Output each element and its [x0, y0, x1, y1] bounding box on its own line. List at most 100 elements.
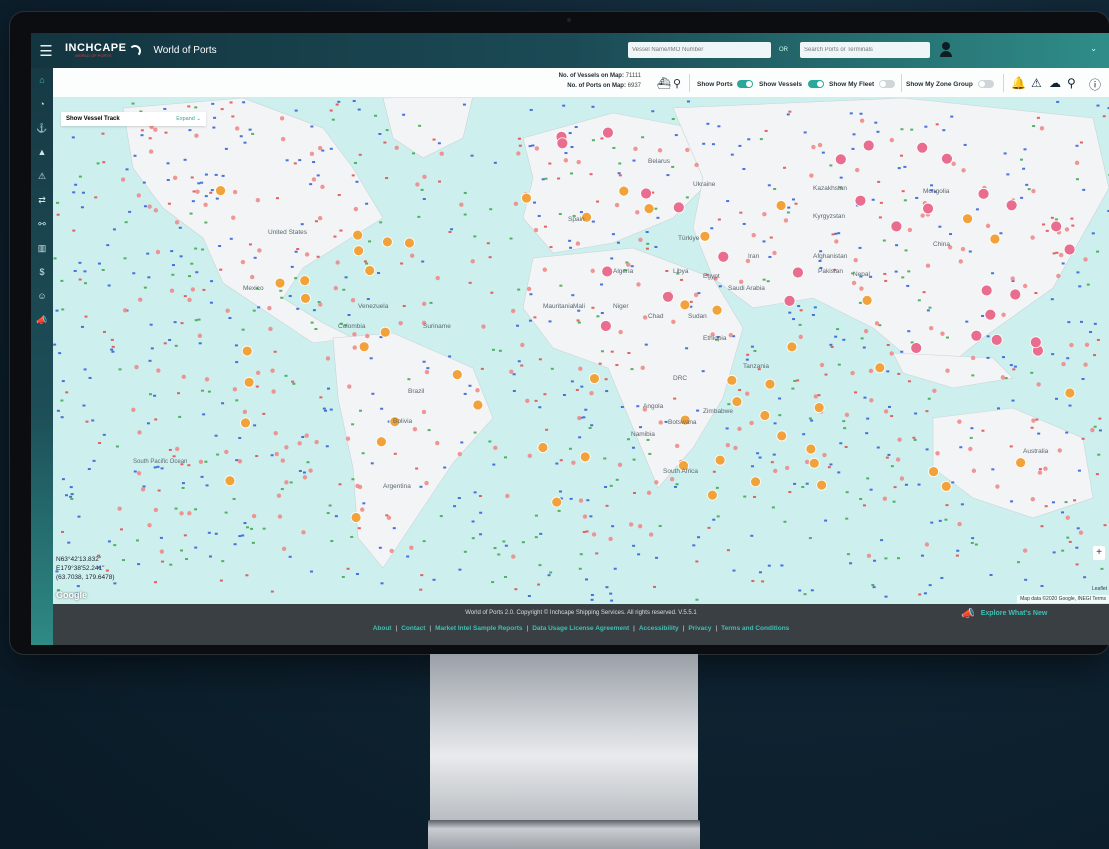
port-marker: [317, 216, 323, 221]
vessel-marker: [61, 478, 65, 481]
vessel-marker: [78, 278, 82, 281]
vessel-marker: [610, 257, 614, 260]
footer-link-market-intel-sample-reports[interactable]: Market Intel Sample Reports: [435, 625, 522, 632]
show-my-fleet-toggle[interactable]: [879, 80, 895, 88]
footer-link-about[interactable]: About: [373, 625, 392, 632]
info-icon[interactable]: ⓘ: [1089, 76, 1101, 93]
map-pin-icon[interactable]: ⚲: [673, 77, 681, 90]
footer-link-data-usage-license-agreement[interactable]: Data Usage License Agreement: [532, 625, 629, 632]
vessel-marker: [189, 212, 193, 215]
show-zone-group-toggle[interactable]: [978, 80, 994, 88]
vessel-marker: [355, 180, 359, 183]
leaflet-attribution[interactable]: Leaflet: [1092, 586, 1107, 592]
route-icon[interactable]: ⚯: [31, 212, 53, 236]
vessel-marker: [686, 100, 690, 103]
vessel-marker: [1073, 499, 1077, 502]
anchor-icon[interactable]: ⚓: [31, 116, 53, 140]
vessel-marker: [944, 518, 948, 521]
vessel-marker: [605, 390, 609, 393]
map-label: Venezuela: [358, 303, 389, 310]
port-marker: [1039, 126, 1045, 131]
vessel-marker: [582, 416, 586, 419]
port-icon[interactable]: ▲: [31, 140, 53, 164]
expand-button[interactable]: Expand ⌄: [176, 116, 201, 122]
footer-link-contact[interactable]: Contact: [401, 625, 425, 632]
map-attribution[interactable]: Map data ©2020 Google, INEGI Terms: [1017, 595, 1109, 603]
user-icon[interactable]: ☺: [31, 284, 53, 308]
vessel-marker: [596, 200, 600, 203]
vessel-marker: [651, 110, 655, 113]
vessel-marker: [234, 344, 238, 347]
vessel-marker: [543, 393, 547, 396]
zoom-in-button[interactable]: +: [1093, 546, 1105, 560]
vessel-marker: [351, 478, 355, 481]
vessel-marker: [646, 242, 650, 245]
vessel-marker: [316, 255, 320, 258]
port-marker: [762, 211, 767, 217]
vessel-marker: [590, 593, 594, 596]
vessel-marker: [991, 468, 995, 471]
vessel-marker: [235, 361, 239, 364]
show-vessels-toggle[interactable]: [808, 80, 824, 88]
vessel-marker: [1098, 429, 1102, 432]
alert-icon[interactable]: ⚠: [1031, 76, 1042, 90]
vessel-marker: [648, 452, 652, 455]
hamburger-menu-icon[interactable]: ☰: [31, 42, 61, 60]
alert-icon[interactable]: ⚠: [31, 164, 53, 188]
bell-icon[interactable]: 🔔: [1011, 76, 1026, 90]
transfer-icon[interactable]: ⇄: [31, 188, 53, 212]
vessel-marker: [224, 511, 228, 514]
route-icon[interactable]: ⚲: [1067, 76, 1076, 90]
world-map[interactable]: Belarus Ukraine Kazakhstan Mongolia Kyrgyzst…: [53, 68, 1109, 604]
user-avatar-icon[interactable]: [940, 42, 952, 58]
vessel-marker: [470, 154, 474, 157]
vessel-marker: [81, 191, 85, 194]
vessel-track-dropdown[interactable]: Show Vessel Track Expand ⌄: [61, 112, 206, 126]
google-logo[interactable]: Google: [56, 590, 87, 600]
vessel-marker: [1038, 468, 1042, 471]
vessel-marker: [786, 113, 790, 116]
vessel-marker: [309, 183, 313, 186]
ship-icon[interactable]: ⛴: [657, 77, 671, 90]
port-search-input[interactable]: [800, 42, 930, 58]
vessel-marker: [457, 497, 461, 500]
footer-link-accessibility[interactable]: Accessibility: [639, 625, 679, 632]
weather-icon[interactable]: ☁: [1049, 76, 1061, 90]
map-label: Chad: [648, 313, 664, 320]
vessel-search-input[interactable]: [628, 42, 771, 58]
vessel-marker: [549, 246, 553, 249]
port-marker: [924, 542, 930, 547]
dollar-icon[interactable]: $: [31, 260, 53, 284]
home-icon[interactable]: ⌂: [31, 68, 53, 92]
map-label: Mali: [573, 303, 585, 310]
inchcape-logo[interactable]: INCHCAPE WORLD OF PORTS: [65, 43, 126, 58]
vessel-marker: [422, 540, 426, 543]
chevron-down-icon[interactable]: ⌄: [1090, 44, 1097, 53]
port-cluster-marker: [381, 236, 393, 248]
dashboard-icon[interactable]: ◔: [31, 92, 53, 116]
footer-link-privacy[interactable]: Privacy: [688, 625, 711, 632]
vessel-marker: [1096, 338, 1100, 341]
map-label: Kazakhstan: [813, 185, 847, 192]
footer-link-terms-and-conditions[interactable]: Terms and Conditions: [721, 625, 789, 632]
port-marker: [563, 158, 569, 163]
vessel-marker: [194, 106, 198, 109]
explore-whats-new-button[interactable]: 📣 Explore What's New: [961, 607, 1047, 620]
vessel-marker: [839, 442, 843, 445]
port-marker: [642, 315, 648, 320]
chart-icon[interactable]: ▥: [31, 236, 53, 260]
vessel-marker: [448, 230, 452, 233]
port-cluster-marker: [589, 373, 600, 384]
show-ports-toggle[interactable]: [737, 80, 753, 88]
vessel-marker: [69, 486, 73, 489]
megaphone-icon[interactable]: 📣: [31, 308, 53, 332]
port-cluster-marker: [379, 326, 391, 338]
vessel-marker: [60, 399, 64, 402]
vessel-marker: [422, 360, 426, 363]
vessel-marker: [627, 351, 631, 354]
vessel-marker: [214, 434, 218, 437]
map-canvas[interactable]: Belarus Ukraine Kazakhstan Mongolia Kyrgyzst…: [53, 68, 1109, 604]
port-marker: [459, 202, 464, 207]
vessel-marker: [248, 243, 252, 246]
vessel-marker: [359, 409, 363, 412]
